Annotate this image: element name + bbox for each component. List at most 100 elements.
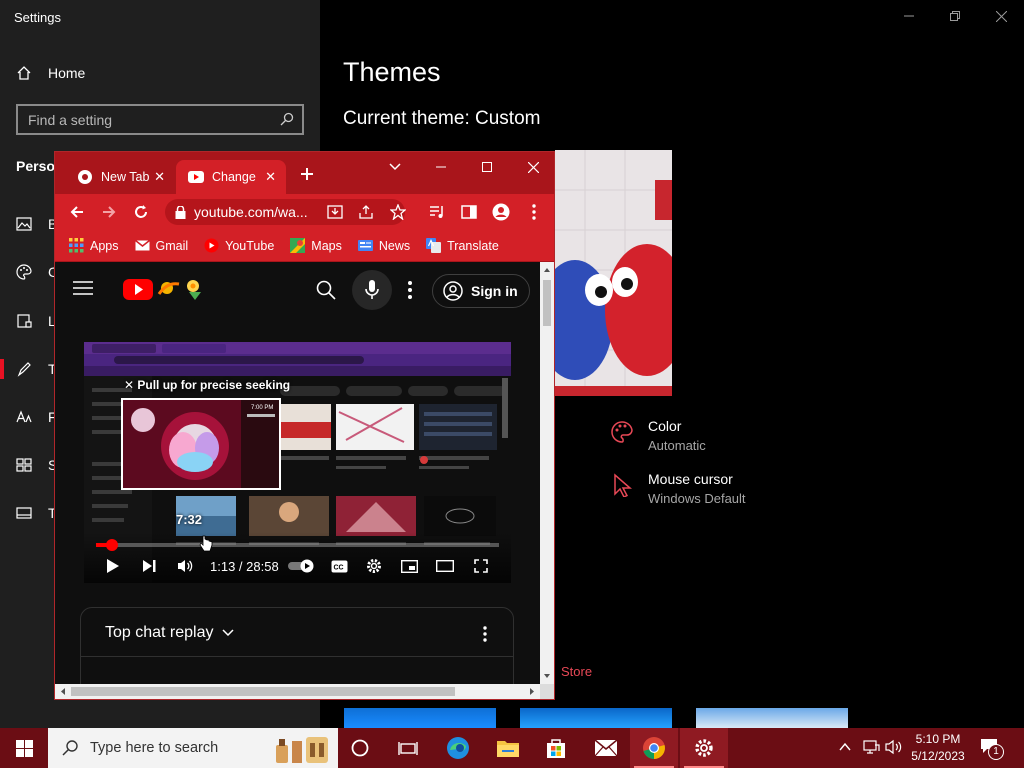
side-panel-button[interactable] — [459, 202, 479, 222]
action-center-button[interactable]: 1 — [980, 738, 1004, 760]
lock-icon — [175, 205, 186, 219]
store-link[interactable]: Store — [561, 664, 592, 679]
settings-taskbar-button[interactable] — [680, 728, 728, 768]
horizontal-scrollbar-thumb[interactable] — [71, 687, 455, 696]
video-progress-bar[interactable] — [96, 539, 499, 551]
cortana-button[interactable] — [336, 728, 384, 768]
fullscreen-button[interactable] — [472, 557, 490, 575]
scroll-right-arrow-icon[interactable] — [526, 684, 538, 699]
file-explorer-button[interactable] — [484, 728, 532, 768]
share-button[interactable] — [356, 202, 376, 222]
tab-new-tab[interactable]: New Tab ✕ — [65, 160, 175, 194]
nav-background[interactable]: B — [16, 214, 57, 234]
bookmark-maps[interactable]: Maps — [290, 238, 342, 253]
search-button[interactable] — [316, 280, 336, 305]
youtube-icon — [204, 238, 219, 253]
start-button[interactable] — [0, 728, 48, 768]
nav-selected-indicator — [0, 359, 4, 379]
tray-overflow-button[interactable] — [838, 740, 852, 759]
fullscreen-icon — [474, 559, 488, 573]
mouse-cursor-option[interactable]: Mouse cursor Windows Default — [610, 471, 746, 506]
youtube-settings-menu-button[interactable] — [408, 281, 412, 304]
taskbar-search-box[interactable]: Type here to search — [48, 728, 338, 768]
theme-thumbnail-3[interactable] — [696, 708, 848, 728]
bookmark-apps[interactable]: Apps — [69, 238, 119, 253]
tab-youtube[interactable]: Change ✕ — [176, 160, 286, 194]
play-button[interactable] — [104, 557, 122, 575]
media-controls-button[interactable] — [427, 202, 447, 222]
browser-minimize-button[interactable] — [418, 152, 464, 182]
bookmark-star-button[interactable] — [388, 202, 408, 222]
edge-taskbar-button[interactable] — [434, 728, 482, 768]
tab-close-icon[interactable]: ✕ — [265, 169, 276, 185]
forward-button[interactable] — [99, 202, 119, 222]
youtube-logo[interactable] — [123, 276, 209, 307]
new-tab-button[interactable] — [299, 166, 315, 182]
scroll-down-arrow-icon[interactable] — [540, 670, 554, 682]
task-view-button[interactable] — [384, 728, 432, 768]
video-player[interactable]: ✕ Pull up for precise seeking 7:00 PM 7:… — [84, 342, 511, 583]
bookmark-translate[interactable]: Translate — [426, 238, 499, 253]
nav-lock-screen[interactable]: L — [16, 311, 56, 331]
close-hint-icon[interactable]: ✕ — [124, 378, 137, 392]
next-button[interactable] — [140, 557, 158, 575]
tab-search-button[interactable] — [372, 152, 418, 182]
theme-thumbnail-1[interactable] — [344, 708, 496, 728]
mail-button[interactable] — [582, 728, 630, 768]
back-button[interactable] — [67, 202, 87, 222]
taskbar-icon — [16, 507, 32, 519]
color-option[interactable]: Color Automatic — [610, 418, 706, 453]
vertical-scrollbar[interactable] — [540, 262, 554, 684]
browser-maximize-button[interactable] — [464, 152, 510, 182]
chat-replay-dropdown[interactable]: Top chat replay — [105, 624, 234, 642]
sign-in-button[interactable]: Sign in — [432, 274, 530, 308]
profile-button[interactable] — [491, 202, 511, 222]
voice-search-button[interactable] — [352, 270, 392, 310]
nav-home[interactable]: Home — [16, 62, 85, 84]
chat-menu-button[interactable] — [483, 626, 487, 647]
chrome-taskbar-button[interactable] — [630, 728, 678, 768]
taskbar-clock[interactable]: 5:10 PM 5/12/2023 — [904, 731, 972, 765]
miniplayer-button[interactable] — [400, 557, 418, 575]
home-icon — [17, 66, 31, 80]
video-scrubber-handle[interactable] — [106, 539, 119, 551]
search-icon[interactable] — [280, 112, 294, 126]
horizontal-scrollbar[interactable] — [55, 684, 540, 699]
microsoft-store-button[interactable] — [532, 728, 580, 768]
scroll-up-arrow-icon[interactable] — [540, 264, 554, 276]
settings-restore-button[interactable] — [932, 0, 978, 32]
reload-button[interactable] — [131, 202, 151, 222]
edge-icon — [447, 737, 469, 759]
nav-colors[interactable]: C — [16, 262, 58, 282]
browser-menu-button[interactable] — [524, 202, 544, 222]
mute-button[interactable] — [176, 557, 194, 575]
bookmark-gmail[interactable]: Gmail — [134, 238, 188, 253]
close-icon — [995, 10, 1007, 22]
install-button[interactable] — [325, 202, 345, 222]
bookmark-apps-label: Apps — [90, 238, 119, 253]
bookmark-youtube[interactable]: YouTube — [204, 238, 274, 253]
theme-preview-image[interactable] — [555, 150, 672, 396]
autoplay-toggle[interactable] — [288, 557, 314, 575]
tab-close-icon[interactable]: ✕ — [154, 169, 165, 185]
settings-close-button[interactable] — [978, 0, 1024, 32]
sign-in-label: Sign in — [471, 283, 518, 299]
nav-themes[interactable]: T — [16, 359, 57, 379]
bookmark-news[interactable]: News — [357, 238, 410, 253]
browser-close-button[interactable] — [510, 152, 554, 182]
subtitles-button[interactable]: CC — [330, 557, 348, 575]
vertical-scrollbar-thumb[interactable] — [543, 280, 551, 326]
find-setting-input[interactable]: Find a setting — [16, 104, 304, 135]
nav-start[interactable]: S — [16, 455, 57, 475]
theme-thumbnail-2[interactable] — [520, 708, 672, 728]
task-view-icon — [398, 742, 418, 755]
network-tray-icon[interactable] — [862, 739, 880, 760]
nav-fonts[interactable]: F — [16, 407, 57, 427]
nav-taskbar[interactable]: T — [16, 503, 57, 523]
scroll-left-arrow-icon[interactable] — [57, 684, 69, 699]
player-settings-button[interactable] — [365, 557, 383, 575]
volume-tray-icon[interactable] — [885, 739, 903, 760]
settings-minimize-button[interactable] — [886, 0, 932, 32]
theater-mode-button[interactable] — [436, 557, 454, 575]
guide-menu-button[interactable] — [73, 280, 93, 301]
